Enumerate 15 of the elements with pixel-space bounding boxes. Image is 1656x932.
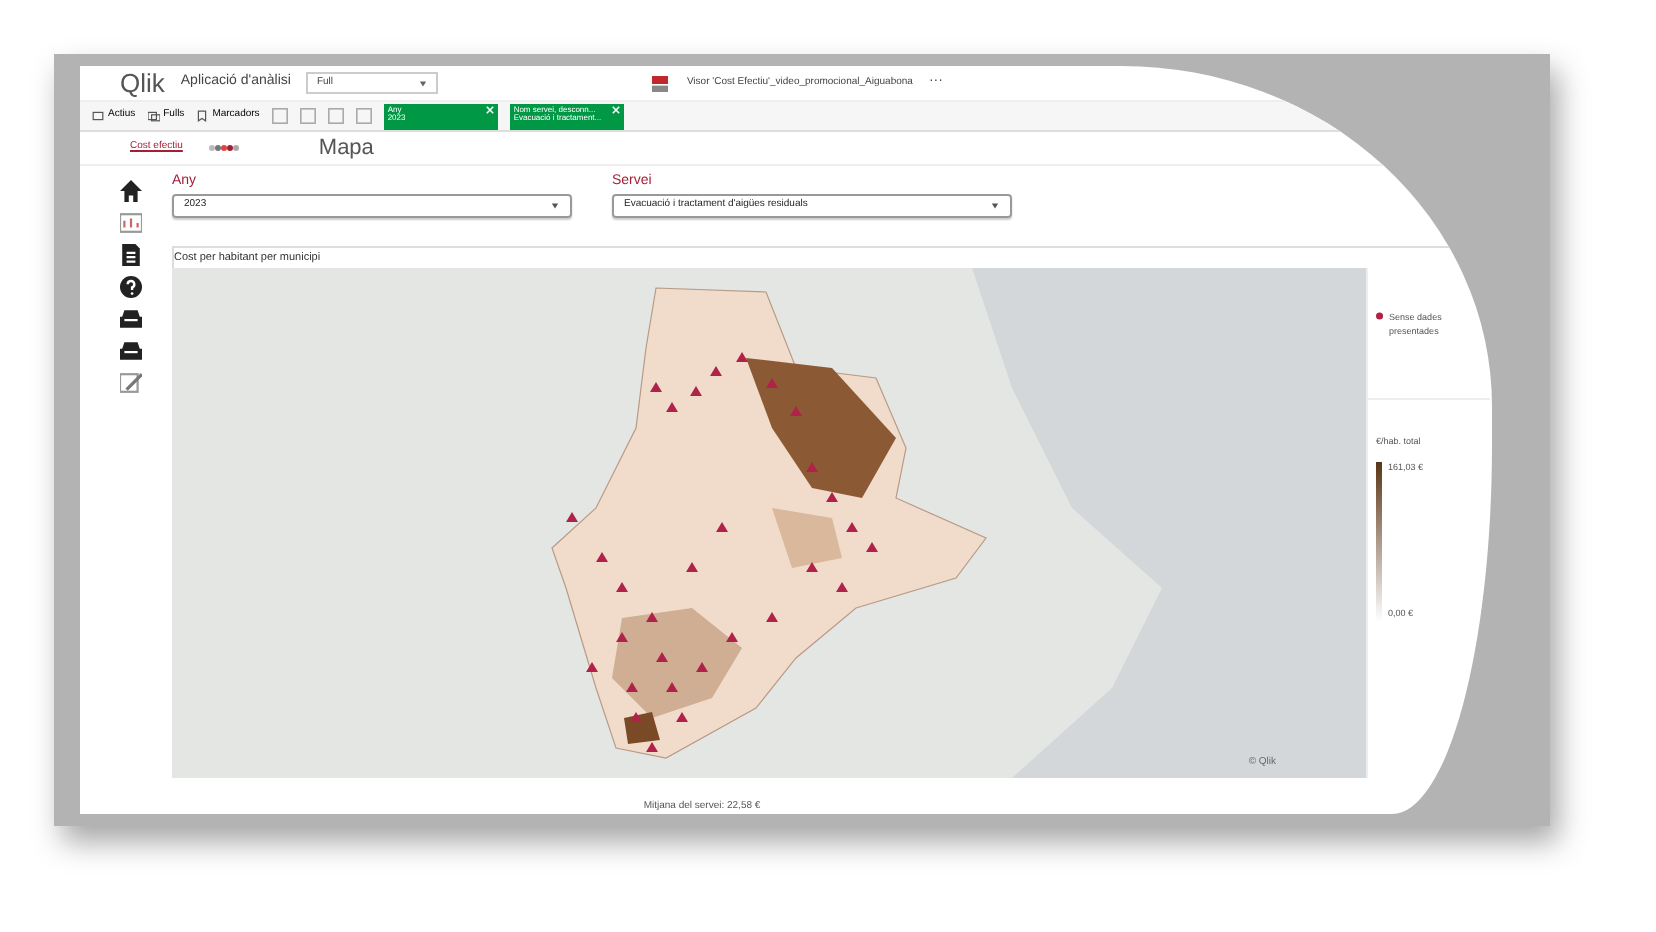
sheets-icon [147,110,160,122]
caret-icon [418,79,429,87]
edit-icon[interactable] [119,372,141,394]
qlik-logo: Qlik [120,70,165,96]
caret-icon [550,201,560,209]
document-logo-icon [650,75,671,91]
panel-icon [92,110,104,122]
help-icon[interactable] [119,276,141,298]
sheet-title: Mapa [318,133,374,164]
caret-icon [990,201,1000,209]
chart-icon[interactable] [119,212,141,234]
home-icon[interactable] [119,180,141,202]
marker-dot-icon [1376,311,1384,320]
bookmark-icon [196,110,209,122]
document-icon[interactable] [119,244,141,266]
